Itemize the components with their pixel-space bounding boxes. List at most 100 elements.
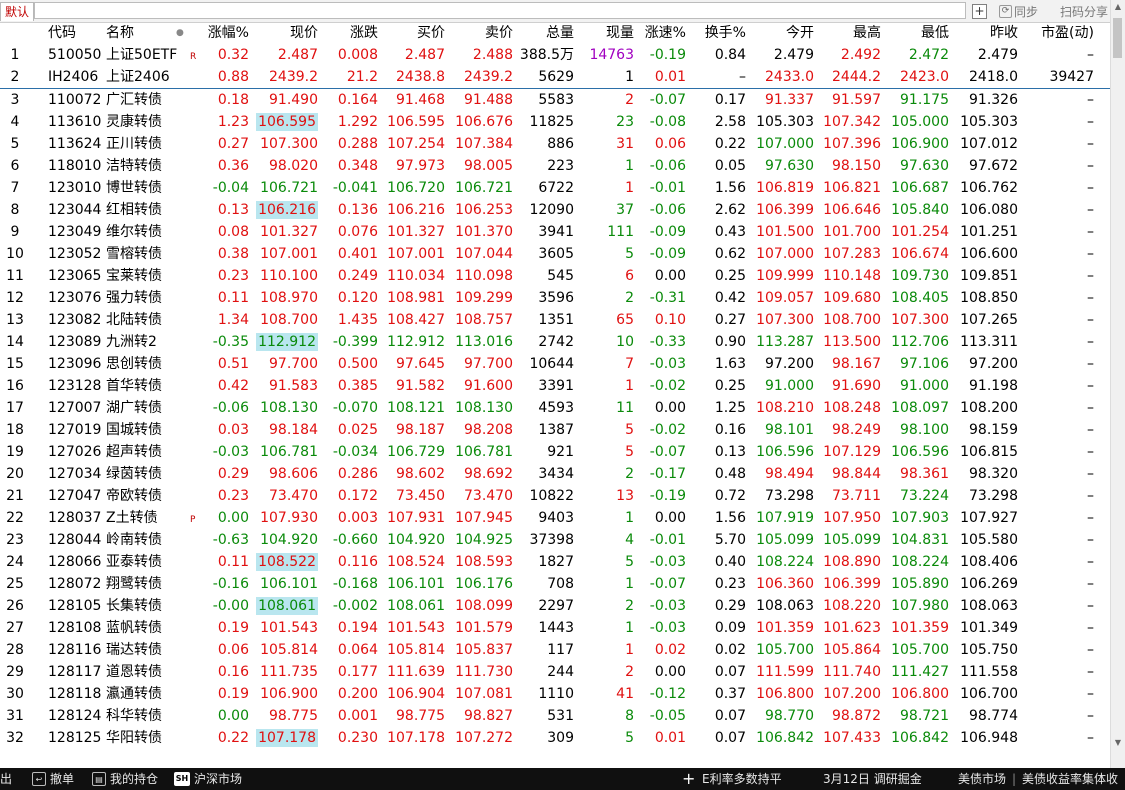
bid-cell: 108.427: [387, 312, 445, 328]
table-row[interactable]: 6 118010 洁特转债 0.36 98.020 0.348 97.973 98.005 22…: [0, 155, 1110, 177]
prev-close-cell: 108.200: [960, 400, 1018, 416]
table-row[interactable]: 24 128066 亚泰转债 0.11 108.522 0.116 108.524 108.5…: [0, 551, 1110, 573]
price-cell: 111.735: [260, 664, 318, 680]
qr-share-button[interactable]: 扫码分享: [1060, 3, 1108, 20]
name-cell: 宝莱转债: [106, 268, 162, 284]
news-ticker-item-4[interactable]: 美债收益率集体收: [1022, 768, 1118, 790]
current-volume-cell: 2: [625, 290, 634, 306]
volume-cell: 10822: [529, 488, 574, 504]
flag-cell: [190, 485, 206, 507]
table-row[interactable]: 22 128037 Z土转债 P 0.00 107.930 0.003 107.931 107.…: [0, 507, 1110, 529]
table-row[interactable]: 9 123049 维尔转债 0.08 101.327 0.076 101.327 101.37…: [0, 221, 1110, 243]
table-row[interactable]: 3 110072 广汇转债 0.18 91.490 0.164 91.468 91.488 55…: [0, 89, 1110, 111]
market-button[interactable]: SH 沪深市场: [174, 768, 242, 790]
table-row[interactable]: 28 128116 瑞达转债 0.06 105.814 0.064 105.814 105.8…: [0, 639, 1110, 661]
pe-cell: –: [1087, 114, 1094, 130]
table-row[interactable]: 21 127047 帝欧转债 0.23 73.470 0.172 73.450 73.470 1…: [0, 485, 1110, 507]
col-header-change-pct[interactable]: 涨幅%: [206, 22, 249, 44]
sync-label: 同步: [1014, 5, 1039, 19]
table-row[interactable]: 5 113624 正川转债 0.27 107.300 0.288 107.254 107.38…: [0, 133, 1110, 155]
table-row[interactable]: 11 123065 宝莱转债 0.23 110.100 0.249 110.034 110.0…: [0, 265, 1110, 287]
holdings-button[interactable]: ▤ 我的持仓: [92, 768, 158, 790]
low-cell: 105.890: [891, 576, 949, 592]
table-row[interactable]: 10 123052 雪榕转债 0.38 107.001 0.401 107.001 107.0…: [0, 243, 1110, 265]
table-row[interactable]: 31 128124 科华转债 0.00 98.775 0.001 98.775 98.827 5…: [0, 705, 1110, 727]
col-header-turnover[interactable]: 换手%: [686, 22, 746, 44]
change-pct-cell: 0.08: [217, 224, 249, 240]
col-header-price[interactable]: 现价: [249, 22, 318, 44]
table-row[interactable]: 1 510050 上证50ETF R 0.32 2.487 0.008 2.487 2.488 3…: [0, 44, 1110, 66]
row-index: 31: [6, 708, 24, 724]
code-cell: 123052: [48, 246, 102, 262]
volume-cell: 708: [547, 576, 574, 592]
table-row[interactable]: 26 128105 长集转债 -0.00 108.061 -0.002 108.061 108…: [0, 595, 1110, 617]
flag-cell: [190, 133, 206, 155]
high-cell: 107.396: [823, 136, 881, 152]
table-row[interactable]: 13 123082 北陆转债 1.34 108.700 1.435 108.427 108.7…: [0, 309, 1110, 331]
table-row[interactable]: 27 128108 蓝帆转债 0.19 101.543 0.194 101.543 101.5…: [0, 617, 1110, 639]
sync-button[interactable]: ⟳ 同步: [999, 3, 1038, 20]
undo-button[interactable]: ↩ 撤单: [32, 768, 74, 790]
table-row[interactable]: 32 128125 华阳转债 0.22 107.178 0.230 107.178 107.2…: [0, 727, 1110, 749]
prev-close-cell: 97.672: [969, 158, 1018, 174]
change-pct-cell: 0.06: [217, 642, 249, 658]
table-row[interactable]: 7 123010 博世转债 -0.04 106.721 -0.041 106.720 106.…: [0, 177, 1110, 199]
col-header-change[interactable]: 涨跌: [318, 22, 378, 44]
table-row[interactable]: 17 127007 湖广转债 -0.06 108.130 -0.070 108.121 108…: [0, 397, 1110, 419]
bottom-item-out[interactable]: 出: [0, 768, 12, 790]
turnover-cell: 0.22: [714, 136, 746, 152]
col-header-ask[interactable]: 卖价: [445, 22, 513, 44]
table-row[interactable]: 23 128044 岭南转债 -0.63 104.920 -0.660 104.920 104…: [0, 529, 1110, 551]
open-cell: 106.842: [756, 730, 814, 746]
scroll-up-arrow-icon[interactable]: ▲: [1113, 2, 1123, 12]
search-input[interactable]: [34, 2, 966, 19]
table-row[interactable]: 4 113610 灵康转债 1.23 106.595 1.292 106.595 106.67…: [0, 111, 1110, 133]
news-ticker-item-1[interactable]: E利率多数持平: [702, 768, 782, 790]
table-row[interactable]: 25 128072 翔鹭转债 -0.16 106.101 -0.168 106.101 106…: [0, 573, 1110, 595]
sh-market-icon: SH: [174, 772, 190, 786]
table-row[interactable]: 14 123089 九洲转2 -0.35 112.912 -0.399 112.912 113…: [0, 331, 1110, 353]
col-header-speed[interactable]: 涨速%: [634, 22, 686, 44]
news-ticker-item-3[interactable]: 美债市场: [958, 768, 1006, 790]
col-header-open[interactable]: 今开: [746, 22, 814, 44]
flag-cell: [190, 639, 206, 661]
add-button[interactable]: +: [972, 4, 987, 19]
scroll-thumb[interactable]: [1113, 18, 1122, 58]
table-row[interactable]: 18 127019 国城转债 0.03 98.184 0.025 98.187 98.208 1…: [0, 419, 1110, 441]
flag-cell: [190, 309, 206, 331]
speed-cell: -0.12: [649, 686, 686, 702]
table-row[interactable]: 8 123044 红相转债 0.13 106.216 0.136 106.216 106.25…: [0, 199, 1110, 221]
col-header-pe[interactable]: 市盈(动): [1018, 22, 1094, 44]
table-row[interactable]: 19 127026 超声转债 -0.03 106.781 -0.034 106.729 106…: [0, 441, 1110, 463]
change-pct-cell: 0.23: [217, 488, 249, 504]
col-header-current-volume[interactable]: 现量: [574, 22, 634, 44]
tab-default[interactable]: 默认: [0, 2, 34, 21]
code-cell: 128108: [48, 620, 102, 636]
col-header-volume[interactable]: 总量: [513, 22, 574, 44]
scroll-down-arrow-icon[interactable]: ▼: [1113, 738, 1123, 748]
table-row[interactable]: 2 IH2406 上证2406 0.88 2439.2 21.2 2438.8 2439.2 5…: [0, 66, 1110, 89]
code-cell: 123049: [48, 224, 102, 240]
price-cell: 107.178: [249, 727, 318, 749]
add-news-icon[interactable]: +: [682, 768, 695, 790]
col-header-bid[interactable]: 买价: [378, 22, 445, 44]
change-cell: 1.435: [337, 312, 378, 328]
col-header-high[interactable]: 最高: [814, 22, 881, 44]
table-row[interactable]: 12 123076 强力转债 0.11 108.970 0.120 108.981 109.2…: [0, 287, 1110, 309]
change-pct-cell: 0.16: [217, 664, 249, 680]
table-row[interactable]: 29 128117 道恩转债 0.16 111.735 0.177 111.639 111.7…: [0, 661, 1110, 683]
col-header-code[interactable]: 代码: [48, 22, 108, 44]
table-row[interactable]: 30 128118 瀛通转债 0.19 106.900 0.200 106.904 107.0…: [0, 683, 1110, 705]
news-ticker-item-2[interactable]: 3月12日 调研掘金: [823, 768, 922, 790]
change-pct-cell: 0.11: [217, 290, 249, 306]
col-header-prev-close[interactable]: 昨收: [949, 22, 1018, 44]
bid-cell: 108.061: [387, 598, 445, 614]
table-row[interactable]: 20 127034 绿茵转债 0.29 98.606 0.286 98.602 98.692 3…: [0, 463, 1110, 485]
table-row[interactable]: 16 123128 首华转债 0.42 91.583 0.385 91.582 91.600 3…: [0, 375, 1110, 397]
prev-close-cell: 2.479: [977, 47, 1018, 63]
turnover-cell: 2.58: [714, 114, 746, 130]
col-header-low[interactable]: 最低: [881, 22, 949, 44]
vertical-scrollbar[interactable]: ▲ ▼: [1110, 0, 1125, 768]
table-row[interactable]: 15 123096 思创转债 0.51 97.700 0.500 97.645 97.700 1…: [0, 353, 1110, 375]
ask-cell: 73.470: [464, 488, 513, 504]
